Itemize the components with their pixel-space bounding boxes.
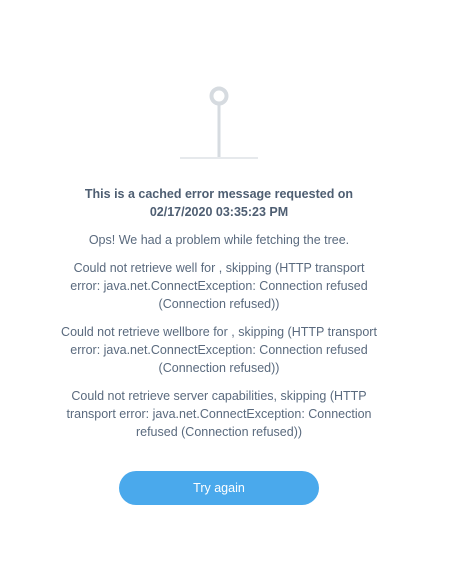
- error-state-panel: This is a cached error message requested…: [0, 0, 449, 565]
- cached-error-title-line1: This is a cached error message requested…: [84, 187, 354, 201]
- cached-error-title: This is a cached error message requested…: [60, 185, 378, 221]
- error-message-wellbore: Could not retrieve wellbore for , skippi…: [61, 325, 377, 375]
- fetch-problem-text: Ops! We had a problem while fetching the…: [88, 233, 350, 247]
- cached-error-timestamp: 02/17/2020 03:35:23 PM: [149, 205, 289, 219]
- try-again-button[interactable]: Try again: [119, 471, 319, 505]
- error-message-server-capabilities: Could not retrieve server capabilities, …: [66, 389, 372, 439]
- pin-icon: [180, 86, 258, 159]
- error-message-well: Could not retrieve well for , skipping (…: [70, 261, 368, 311]
